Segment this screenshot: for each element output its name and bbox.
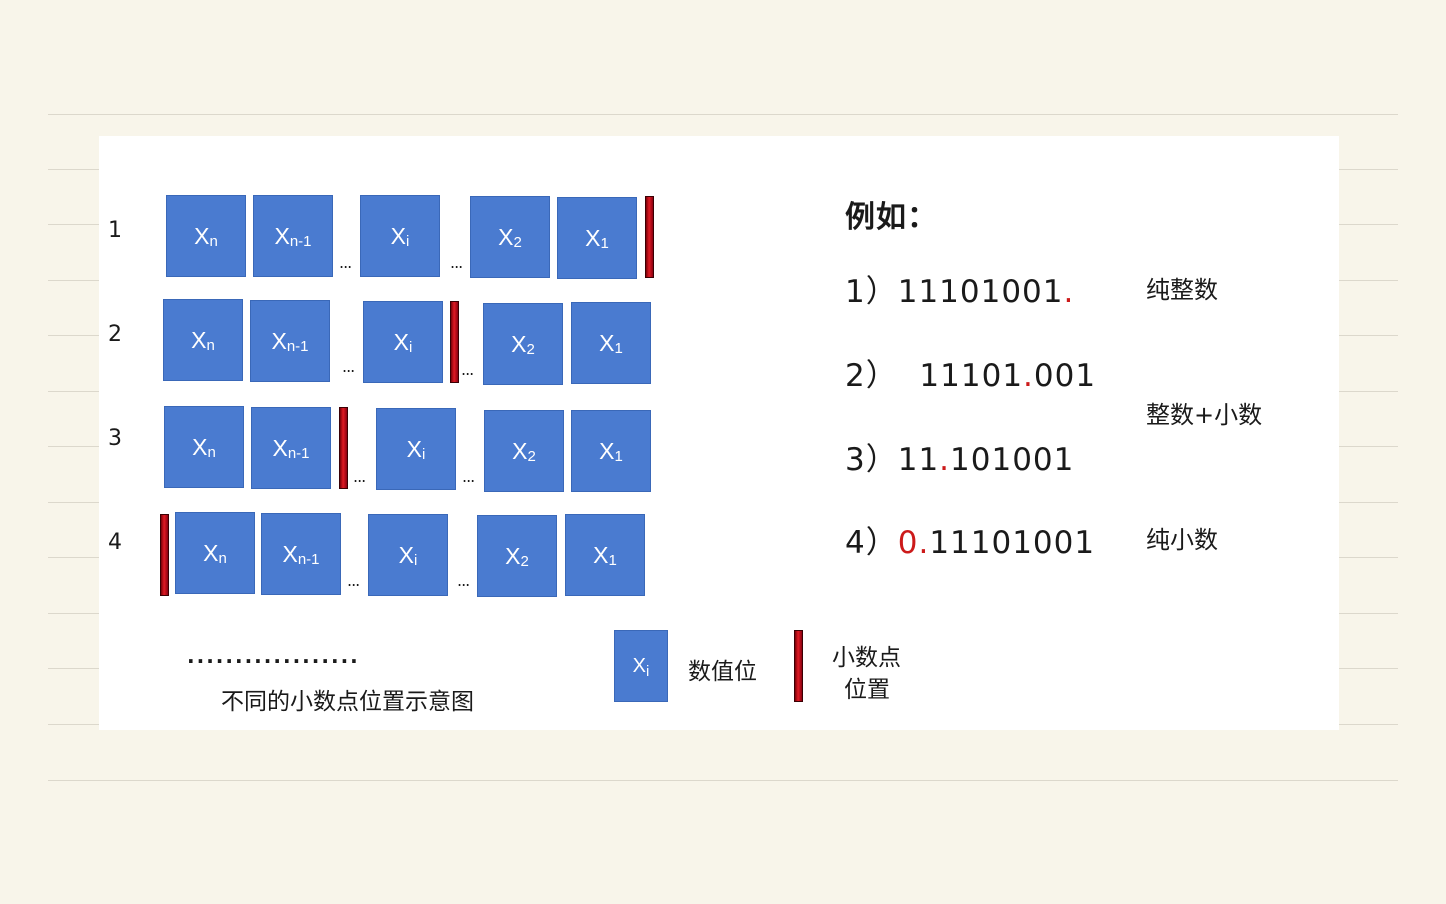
example-4: 4）0.11101001	[845, 525, 1096, 561]
example-4-category: 纯小数	[1146, 526, 1218, 554]
decimal-point-marker	[450, 301, 459, 383]
digit-cell: Xn-1	[253, 195, 333, 277]
example-1-category: 纯整数	[1146, 276, 1218, 304]
digit-cell: X1	[557, 197, 637, 279]
diagram-caption: 不同的小数点位置示意图	[221, 689, 474, 715]
ellipsis: ...	[353, 467, 366, 486]
ellipsis: ...	[347, 571, 360, 590]
example-1: 1）11101001.	[845, 274, 1075, 310]
digit-cell: Xn	[175, 512, 255, 594]
slide: 1 2 3 4 Xn Xn-1 ... Xi ... X2 X1 Xn Xn-1…	[99, 136, 1339, 730]
decimal-point-marker	[160, 514, 169, 596]
decimal-point-marker	[339, 407, 348, 489]
digit-cell: Xn-1	[261, 513, 341, 595]
decimal-point-marker	[645, 196, 654, 278]
digit-cell: Xn-1	[250, 300, 330, 382]
example-2: 2） 11101.001	[845, 358, 1097, 394]
digit-cell: X1	[565, 514, 645, 596]
digit-cell: Xn-1	[251, 407, 331, 489]
ellipsis: ...	[339, 253, 352, 272]
row-label: 3	[108, 426, 122, 451]
digit-cell: Xi	[368, 514, 448, 596]
digit-cell: Xn	[166, 195, 246, 277]
ellipsis: ...	[450, 253, 463, 272]
ellipsis: ...	[462, 467, 475, 486]
ruled-line	[48, 114, 1398, 115]
examples-heading: 例如：	[845, 200, 938, 235]
digit-cell: X2	[470, 196, 550, 278]
digit-cell: X1	[571, 302, 651, 384]
ellipsis: ...	[461, 360, 474, 379]
row-label: 4	[108, 530, 122, 555]
digit-cell: X2	[484, 410, 564, 492]
digit-cell: X2	[477, 515, 557, 597]
example-3: 3）11.101001	[845, 442, 1075, 478]
digit-cell: Xi	[376, 408, 456, 490]
legend-point-label-line2: 位置	[844, 677, 890, 703]
row-label: 2	[108, 322, 122, 347]
legend-point-label-line1: 小数点	[832, 645, 901, 671]
digit-cell: Xi	[363, 301, 443, 383]
ellipsis: ...	[342, 357, 355, 376]
ellipsis: ...	[457, 571, 470, 590]
digit-cell: X2	[483, 303, 563, 385]
legend-decimal-point-marker	[794, 630, 803, 702]
shared-category: 整数+小数	[1146, 401, 1263, 429]
legend-digit-label: 数值位	[688, 659, 757, 685]
digit-cell: X1	[571, 410, 651, 492]
digit-cell: Xn	[164, 406, 244, 488]
row-label: 1	[108, 218, 122, 243]
digit-cell: Xi	[360, 195, 440, 277]
caption-dots: ..................	[187, 644, 360, 668]
legend-digit-cell: Xi	[614, 630, 668, 702]
ruled-line	[48, 780, 1398, 781]
digit-cell: Xn	[163, 299, 243, 381]
